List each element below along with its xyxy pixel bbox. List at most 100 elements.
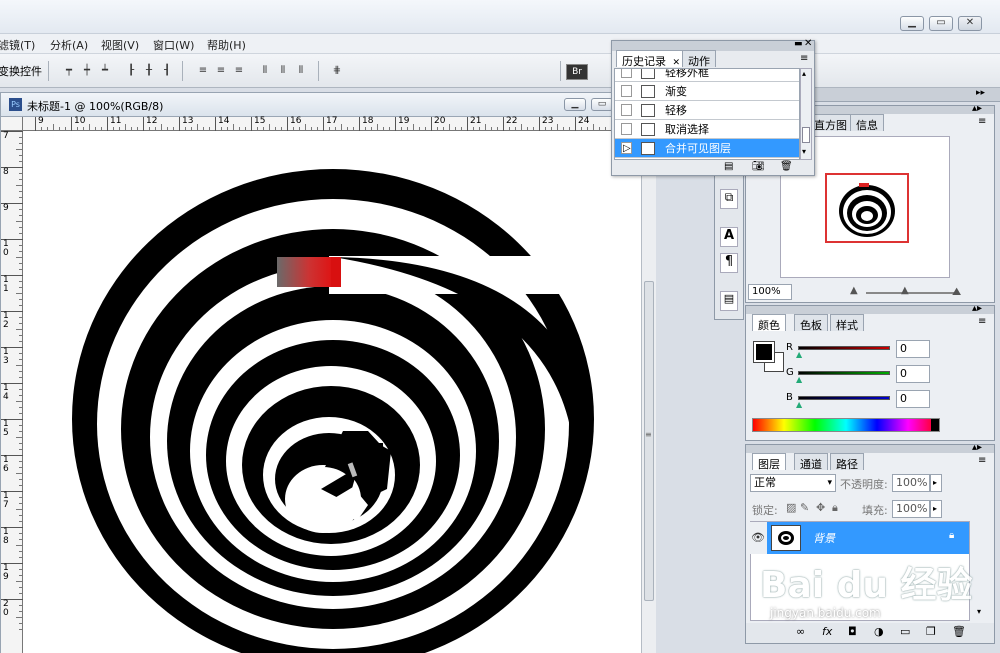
history-scroll-thumb[interactable] [802, 127, 810, 143]
auto-align-icon[interactable]: ⋕ [326, 64, 348, 78]
new-layer-icon[interactable]: ❐ [926, 625, 936, 638]
layer-visibility-eye-icon[interactable]: 👁︎ [749, 522, 767, 554]
delete-state-icon[interactable]: 🗑︎ [780, 161, 793, 172]
history-source-checkbox[interactable] [621, 123, 632, 135]
panel-grip[interactable] [746, 306, 994, 314]
spectrum-black-swatch[interactable] [931, 419, 939, 431]
scroll-down-icon[interactable]: ▾ [802, 147, 806, 156]
lock-all-icon[interactable]: 🔒︎ [832, 501, 838, 515]
transform-controls-label[interactable]: 变换控件 [0, 63, 42, 79]
color-spectrum-bar[interactable] [752, 418, 940, 432]
tab-styles[interactable]: 样式 [830, 314, 864, 332]
tab-layers[interactable]: 图层 [752, 453, 786, 471]
ruler-origin[interactable] [1, 117, 23, 131]
panel-menu-icon[interactable]: ≡ [978, 316, 986, 327]
color-channel-slider[interactable] [798, 371, 890, 375]
tab-channels[interactable]: 通道 [794, 453, 828, 471]
zoom-out-icon[interactable]: ▲ [850, 285, 858, 296]
history-source-checkbox[interactable] [621, 69, 632, 78]
lock-transparent-icon[interactable]: ▨ [786, 501, 796, 514]
menu-help[interactable]: 帮助(H) [207, 37, 246, 53]
panel-grip[interactable] [746, 445, 994, 453]
minimize-button[interactable]: ▁ [900, 16, 924, 31]
zoom-slider-thumb[interactable]: ▲ [901, 285, 909, 296]
menu-analysis[interactable]: 分析(A) [50, 37, 88, 53]
new-snapshot-icon[interactable]: 📷︎ [752, 161, 765, 172]
align-bottom-icon[interactable]: ┷ [94, 64, 116, 78]
zoom-in-icon[interactable]: ⛰ [952, 285, 961, 299]
history-scrollbar[interactable]: ▴ ▾ [800, 68, 812, 160]
lock-position-icon[interactable]: ✥ [816, 501, 825, 514]
close-button[interactable]: ✕ [958, 16, 982, 31]
history-panel-menu-icon[interactable]: ≡ [800, 53, 808, 64]
fill-field[interactable]: 100% [892, 500, 930, 518]
scrollbar-thumb[interactable] [644, 281, 654, 601]
paragraph-panel-icon[interactable]: ¶ [720, 253, 738, 273]
zoom-slider[interactable] [866, 292, 956, 294]
canvas[interactable] [23, 131, 641, 653]
blend-mode-select[interactable]: 正常 ▾ [750, 474, 836, 492]
layer-mask-icon[interactable]: ◘ [848, 625, 857, 638]
color-channel-slider[interactable] [798, 396, 890, 400]
color-channel-slider-thumb[interactable]: ▲ [796, 400, 802, 409]
tab-actions[interactable]: 动作 [682, 50, 716, 68]
history-state-row[interactable]: 轻移外框 [615, 69, 799, 82]
panel-collapse-icon[interactable]: ▴▸ [972, 103, 982, 114]
doc-maximize-button[interactable]: ▭ [591, 98, 613, 111]
opacity-arrow-icon[interactable]: ▸ [930, 474, 942, 492]
color-channel-value-field[interactable]: 0 [896, 365, 930, 383]
menu-window[interactable]: 窗口(W) [153, 37, 194, 53]
color-channel-value-field[interactable]: 0 [896, 390, 930, 408]
align-right-icon[interactable]: ┨ [156, 64, 178, 78]
tab-swatches[interactable]: 色板 [794, 314, 828, 332]
menu-view[interactable]: 视图(V) [101, 37, 139, 53]
history-source-checkbox[interactable] [621, 104, 632, 116]
collapse-dock-icon[interactable]: ▸▸ [976, 88, 985, 98]
lock-image-icon[interactable]: ✎ [800, 501, 809, 514]
layer-name[interactable]: 背景 [813, 530, 835, 546]
new-group-icon[interactable]: ▭ [900, 625, 910, 638]
opacity-field[interactable]: 100% [892, 474, 930, 492]
layer-row-background[interactable]: 👁︎ 背景 🔒︎ [749, 522, 969, 554]
clone-source-icon[interactable]: ⧉ [720, 189, 738, 209]
tab-color[interactable]: 颜色 [752, 314, 786, 332]
zoom-field[interactable]: 100% [748, 284, 792, 300]
layer-style-fx-icon[interactable]: fx [822, 625, 832, 638]
history-collapse-icon[interactable]: ▬ [794, 39, 803, 49]
panel-collapse-icon[interactable]: ▴▸ [972, 303, 982, 314]
distribute-right-icon[interactable]: ⦀ [290, 64, 312, 78]
new-document-from-state-icon[interactable]: ▤ [724, 161, 733, 172]
history-state-row[interactable]: 渐变 [615, 82, 799, 101]
character-panel-icon[interactable]: A [720, 227, 738, 247]
panel-collapse-icon[interactable]: ▴▸ [972, 442, 982, 453]
tab-paths[interactable]: 路径 [830, 453, 864, 471]
scroll-down-icon[interactable]: ▾ [977, 607, 981, 616]
distribute-bottom-icon[interactable]: ≡ [228, 64, 250, 78]
history-close-icon[interactable]: ✕ [804, 38, 812, 49]
notes-icon[interactable]: ▤ [720, 291, 738, 311]
scroll-up-icon[interactable]: ▴ [802, 69, 806, 78]
vertical-scrollbar[interactable]: ≡ [641, 131, 656, 653]
bridge-icon[interactable]: Br [566, 64, 588, 80]
color-channel-slider-thumb[interactable]: ▲ [796, 350, 802, 359]
fill-arrow-icon[interactable]: ▸ [930, 500, 942, 518]
layers-scrollbar[interactable]: ▾ [974, 521, 990, 621]
foreground-color-swatch[interactable] [753, 341, 775, 363]
tab-info[interactable]: 信息 [850, 114, 884, 132]
adjustment-layer-icon[interactable]: ◑ [874, 625, 884, 638]
history-state-row[interactable]: 取消选择 [615, 120, 799, 139]
panel-menu-icon[interactable]: ≡ [978, 116, 986, 127]
history-source-checkbox[interactable] [621, 85, 632, 97]
color-channel-value-field[interactable]: 0 [896, 340, 930, 358]
delete-layer-icon[interactable]: 🗑︎ [952, 625, 966, 638]
menu-filter[interactable]: 滤镜(T) [0, 37, 35, 53]
panel-menu-icon[interactable]: ≡ [978, 455, 986, 466]
color-channel-slider-thumb[interactable]: ▲ [796, 375, 802, 384]
history-state-row[interactable]: 轻移 [615, 101, 799, 120]
doc-minimize-button[interactable]: ▁ [564, 98, 586, 111]
tab-history[interactable]: 历史记录 ✕ [616, 50, 687, 68]
tab-close-icon[interactable]: ✕ [673, 58, 681, 68]
history-state-row[interactable]: ▷ 合并可见图层 [615, 139, 799, 158]
color-channel-slider[interactable] [798, 346, 890, 350]
link-layers-icon[interactable]: ∞ [796, 625, 805, 638]
